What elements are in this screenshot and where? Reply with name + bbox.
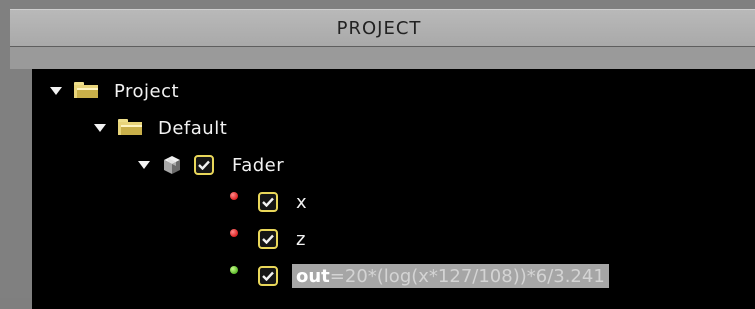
tree-item-channel-x[interactable]: x [230,187,307,217]
tree-item-output[interactable]: out =20*(log(x*127/108))*6/3.241 [230,261,609,291]
channel-checkbox[interactable] [258,192,278,212]
tree-item-fader[interactable]: Fader [138,150,284,180]
status-dot-red-icon [230,192,238,200]
checkmark-icon [198,160,210,170]
tree-item-label: z [296,228,306,250]
folder-icon [118,119,142,135]
checkmark-icon [262,197,274,207]
output-expression-field[interactable]: out =20*(log(x*127/108))*6/3.241 [292,264,609,288]
expand-triangle-icon[interactable] [50,87,62,95]
cube-icon [164,156,180,174]
tree-item-channel-z[interactable]: z [230,224,306,254]
panel-title-bar[interactable]: PROJECT [10,9,755,47]
status-dot-red-icon [230,229,238,237]
folder-icon [74,82,98,98]
project-panel: PROJECT Project Default Fader x z out =2… [0,0,755,309]
panel-toolbar-strip [10,47,755,69]
panel-title: PROJECT [336,18,422,39]
checkmark-icon [262,271,274,281]
tree-item-label: Project [114,80,180,102]
fader-checkbox[interactable] [194,155,214,175]
output-name: out [296,265,330,287]
expand-triangle-icon[interactable] [138,161,150,169]
channel-checkbox[interactable] [258,229,278,249]
tree-item-default[interactable]: Default [94,113,227,143]
tree-item-project[interactable]: Project [50,76,179,106]
output-checkbox[interactable] [258,266,278,286]
tree-item-label: x [296,191,308,213]
checkmark-icon [262,234,274,244]
output-expression: =20*(log(x*127/108))*6/3.241 [329,265,605,287]
tree-item-label: Fader [232,154,285,176]
project-tree: Project Default Fader x z out =20*(log(x… [32,69,755,309]
expand-triangle-icon[interactable] [94,124,106,132]
status-dot-green-icon [230,266,238,274]
tree-item-label: Default [158,117,228,139]
